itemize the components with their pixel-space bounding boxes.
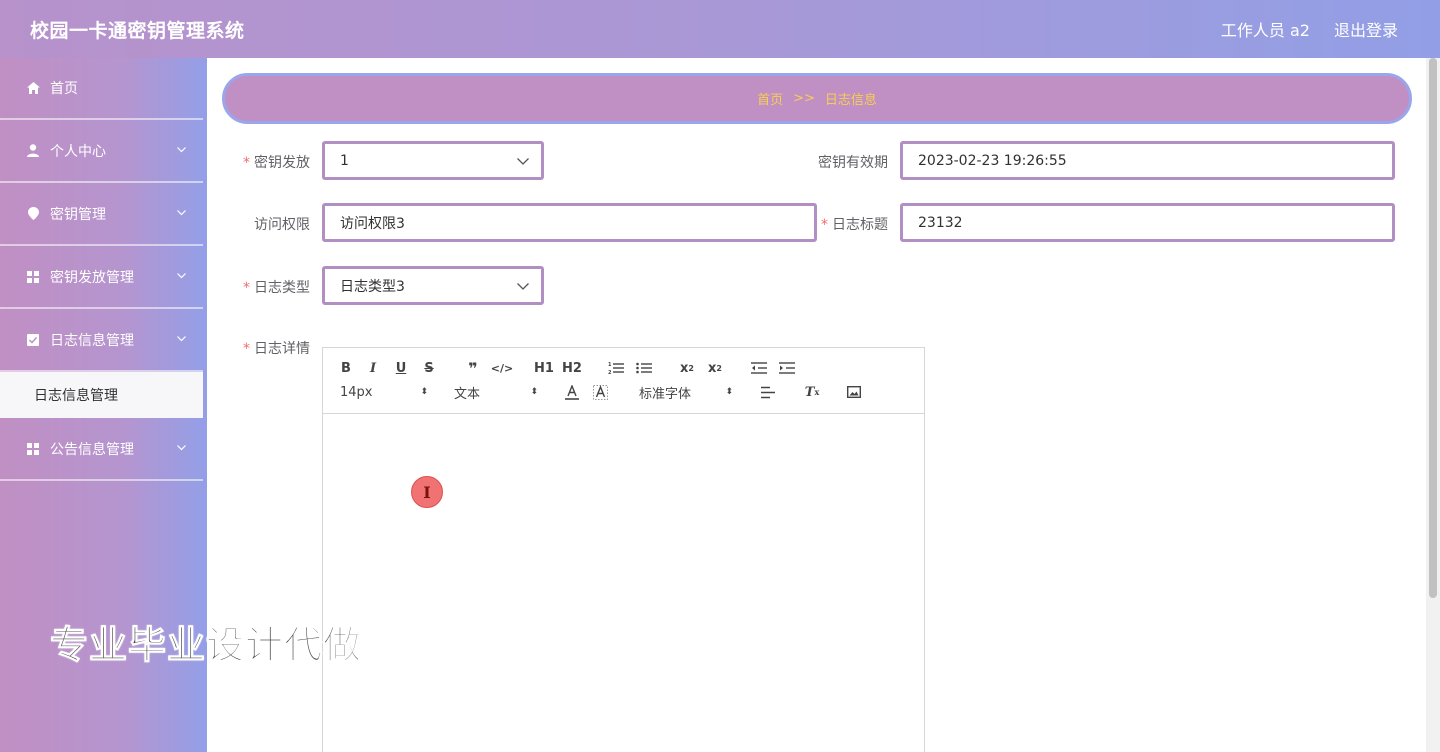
grid-icon [26, 442, 40, 456]
outdent-icon[interactable] [750, 359, 768, 377]
chevron-down-icon [177, 444, 186, 453]
font-color-icon[interactable] [564, 383, 580, 401]
key-issue-select[interactable]: 1 [322, 141, 544, 180]
updown-icon: ⬍ [530, 387, 538, 397]
svg-text:1: 1 [608, 362, 612, 368]
sidebar-item-label: 日志信息管理 [50, 332, 134, 349]
font-size-select[interactable]: 14px ⬍ [340, 383, 428, 401]
sidebar-item-log-management[interactable]: 日志信息管理 [0, 309, 203, 372]
logout-button[interactable]: 退出登录 [1334, 17, 1398, 41]
user-icon [26, 144, 40, 158]
location-icon [26, 207, 40, 221]
header-actions: 工作人员 a2 退出登录 [1221, 17, 1398, 41]
key-validity-label: 密钥有效期 [818, 155, 888, 171]
editor-content[interactable] [323, 414, 924, 752]
key-validity-value: 2023-02-23 19:26:55 [918, 152, 1067, 169]
updown-icon: ⬍ [420, 387, 428, 397]
grid-icon [26, 270, 40, 284]
app-title: 校园一卡通密钥管理系统 [30, 19, 245, 42]
chevron-down-icon [517, 278, 529, 294]
editor-toolbar: B I U S ❞ </> H1 H2 12 x2 x2 14px⬍ 文本⬍ [323, 348, 924, 414]
svg-text:2: 2 [608, 370, 612, 375]
checkbox-icon [26, 333, 40, 347]
sidebar-item-label: 首页 [50, 81, 78, 97]
image-icon[interactable] [846, 383, 862, 401]
log-type-select[interactable]: 日志类型3 [322, 266, 544, 305]
top-header: 校园一卡通密钥管理系统 工作人员 a2 退出登录 [0, 0, 1440, 58]
code-block-icon[interactable]: </> [491, 359, 513, 377]
key-issue-value: 1 [340, 152, 349, 169]
log-type-label: * 日志类型 [243, 280, 310, 296]
ordered-list-icon[interactable]: 12 [607, 359, 625, 377]
sidebar-item-announcement[interactable]: 公告信息管理 [0, 418, 203, 481]
underline-icon[interactable]: U [394, 359, 408, 377]
background-color-icon[interactable] [592, 383, 608, 401]
clear-format-icon[interactable]: Tx [803, 383, 821, 401]
access-value: 访问权限3 [340, 215, 405, 232]
log-detail-label: * 日志详情 [243, 341, 310, 357]
heading-2-icon[interactable]: H2 [562, 359, 582, 377]
rich-text-editor: B I U S ❞ </> H1 H2 12 x2 x2 14px⬍ 文本⬍ [322, 347, 925, 752]
blockquote-icon[interactable]: ❞ [464, 359, 482, 378]
sidebar-item-key-management[interactable]: 密钥管理 [0, 183, 203, 246]
indent-icon[interactable] [778, 359, 796, 377]
heading-1-icon[interactable]: H1 [534, 359, 554, 377]
watermark-text: 专业毕业设计代做 [49, 623, 363, 668]
home-icon [26, 81, 40, 95]
log-title-label: * 日志标题 [821, 217, 888, 233]
sidebar-subitem-log-info[interactable]: 日志信息管理 [0, 372, 203, 418]
log-type-value: 日志类型3 [340, 278, 405, 295]
strikethrough-icon[interactable]: S [422, 359, 436, 377]
scrollbar-thumb[interactable] [1429, 58, 1437, 598]
sidebar-item-label: 密钥管理 [50, 206, 106, 223]
chevron-down-icon [177, 146, 186, 155]
sidebar-item-label: 个人中心 [50, 143, 106, 160]
chevron-down-icon [517, 153, 529, 169]
user-label[interactable]: 工作人员 a2 [1221, 17, 1310, 41]
page-scrollbar[interactable] [1426, 58, 1440, 752]
sidebar-item-home[interactable]: 首页 [0, 58, 203, 120]
sidebar-item-key-issue[interactable]: 密钥发放管理 [0, 246, 203, 309]
align-left-icon[interactable] [760, 383, 776, 401]
subscript-icon[interactable]: x2 [678, 359, 696, 377]
breadcrumb-current: 日志信息 [824, 93, 877, 108]
log-title-value: 23132 [918, 214, 963, 231]
bold-icon[interactable]: B [339, 359, 353, 377]
breadcrumb-home[interactable]: 首页 [757, 89, 783, 108]
sidebar-item-label: 公告信息管理 [50, 441, 134, 458]
chevron-down-icon [177, 209, 186, 218]
breadcrumb-separator: >> [793, 91, 815, 106]
sidebar-item-profile[interactable]: 个人中心 [0, 120, 203, 183]
font-family-select[interactable]: 标准字体 ⬍ [639, 383, 733, 402]
sidebar-item-label: 密钥发放管理 [50, 269, 134, 286]
superscript-icon[interactable]: x2 [706, 359, 724, 377]
breadcrumb: 首页 >> 日志信息 [222, 73, 1412, 124]
text-cursor-icon: I [411, 476, 443, 508]
updown-icon: ⬍ [725, 387, 733, 397]
key-validity-field[interactable]: 2023-02-23 19:26:55 [900, 141, 1395, 180]
chevron-down-icon [177, 335, 186, 344]
log-title-input[interactable]: 23132 [900, 203, 1395, 242]
access-label: 访问权限 [254, 217, 310, 233]
bullet-list-icon[interactable] [635, 359, 653, 377]
key-issue-label: * 密钥发放 [243, 155, 310, 171]
italic-icon[interactable]: I [366, 359, 380, 377]
access-input[interactable]: 访问权限3 [322, 203, 817, 242]
chevron-down-icon [177, 272, 186, 281]
header-select[interactable]: 文本 ⬍ [454, 383, 538, 402]
